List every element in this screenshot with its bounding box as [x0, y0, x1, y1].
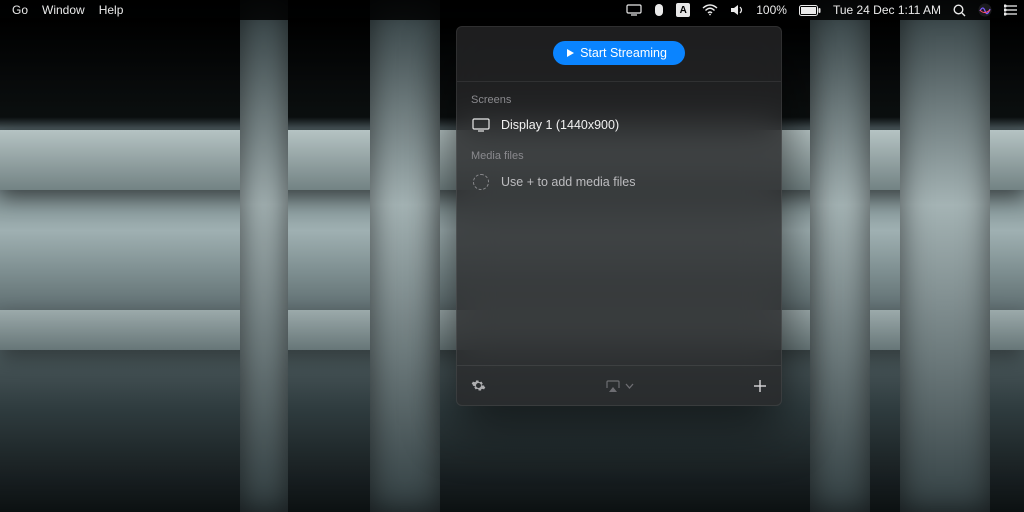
menu-bar: Go Window Help A 100% Tue 24 Dec 1:11 AM — [0, 0, 1024, 20]
add-media-placeholder-icon — [471, 174, 491, 190]
volume-icon[interactable] — [730, 4, 744, 16]
airplay-icon — [605, 379, 621, 393]
clock[interactable]: Tue 24 Dec 1:11 AM — [833, 3, 941, 17]
menu-go[interactable]: Go — [12, 3, 28, 17]
mouse-icon[interactable] — [654, 3, 664, 17]
media-section-label: Media files — [457, 138, 781, 168]
start-streaming-label: Start Streaming — [580, 46, 667, 60]
screen-item-label: Display 1 (1440x900) — [501, 118, 619, 132]
menu-help[interactable]: Help — [99, 3, 124, 17]
input-source-badge[interactable]: A — [676, 3, 690, 17]
notification-center-icon[interactable] — [1004, 4, 1018, 16]
screen-item[interactable]: Display 1 (1440x900) — [457, 112, 781, 138]
menu-window[interactable]: Window — [42, 3, 85, 17]
play-icon — [567, 49, 574, 57]
gear-icon — [471, 378, 486, 393]
battery-icon[interactable] — [799, 5, 821, 16]
airplay-dropdown[interactable] — [605, 379, 634, 393]
battery-percentage: 100% — [756, 3, 787, 17]
plus-icon — [753, 379, 767, 393]
media-empty-row: Use + to add media files — [457, 168, 781, 196]
display-menubar-icon[interactable] — [626, 4, 642, 16]
spotlight-search-icon[interactable] — [953, 4, 966, 17]
add-button[interactable] — [753, 379, 767, 393]
settings-button[interactable] — [471, 378, 486, 393]
chevron-down-icon — [625, 383, 634, 389]
media-empty-hint: Use + to add media files — [501, 175, 635, 189]
streaming-panel: Start Streaming Screens Display 1 (1440x… — [456, 26, 782, 406]
panel-header: Start Streaming — [457, 27, 781, 82]
wifi-icon[interactable] — [702, 4, 718, 16]
display-icon — [471, 118, 491, 132]
screens-section-label: Screens — [457, 82, 781, 112]
start-streaming-button[interactable]: Start Streaming — [553, 41, 685, 65]
panel-footer — [457, 365, 781, 405]
siri-icon[interactable] — [978, 3, 992, 17]
